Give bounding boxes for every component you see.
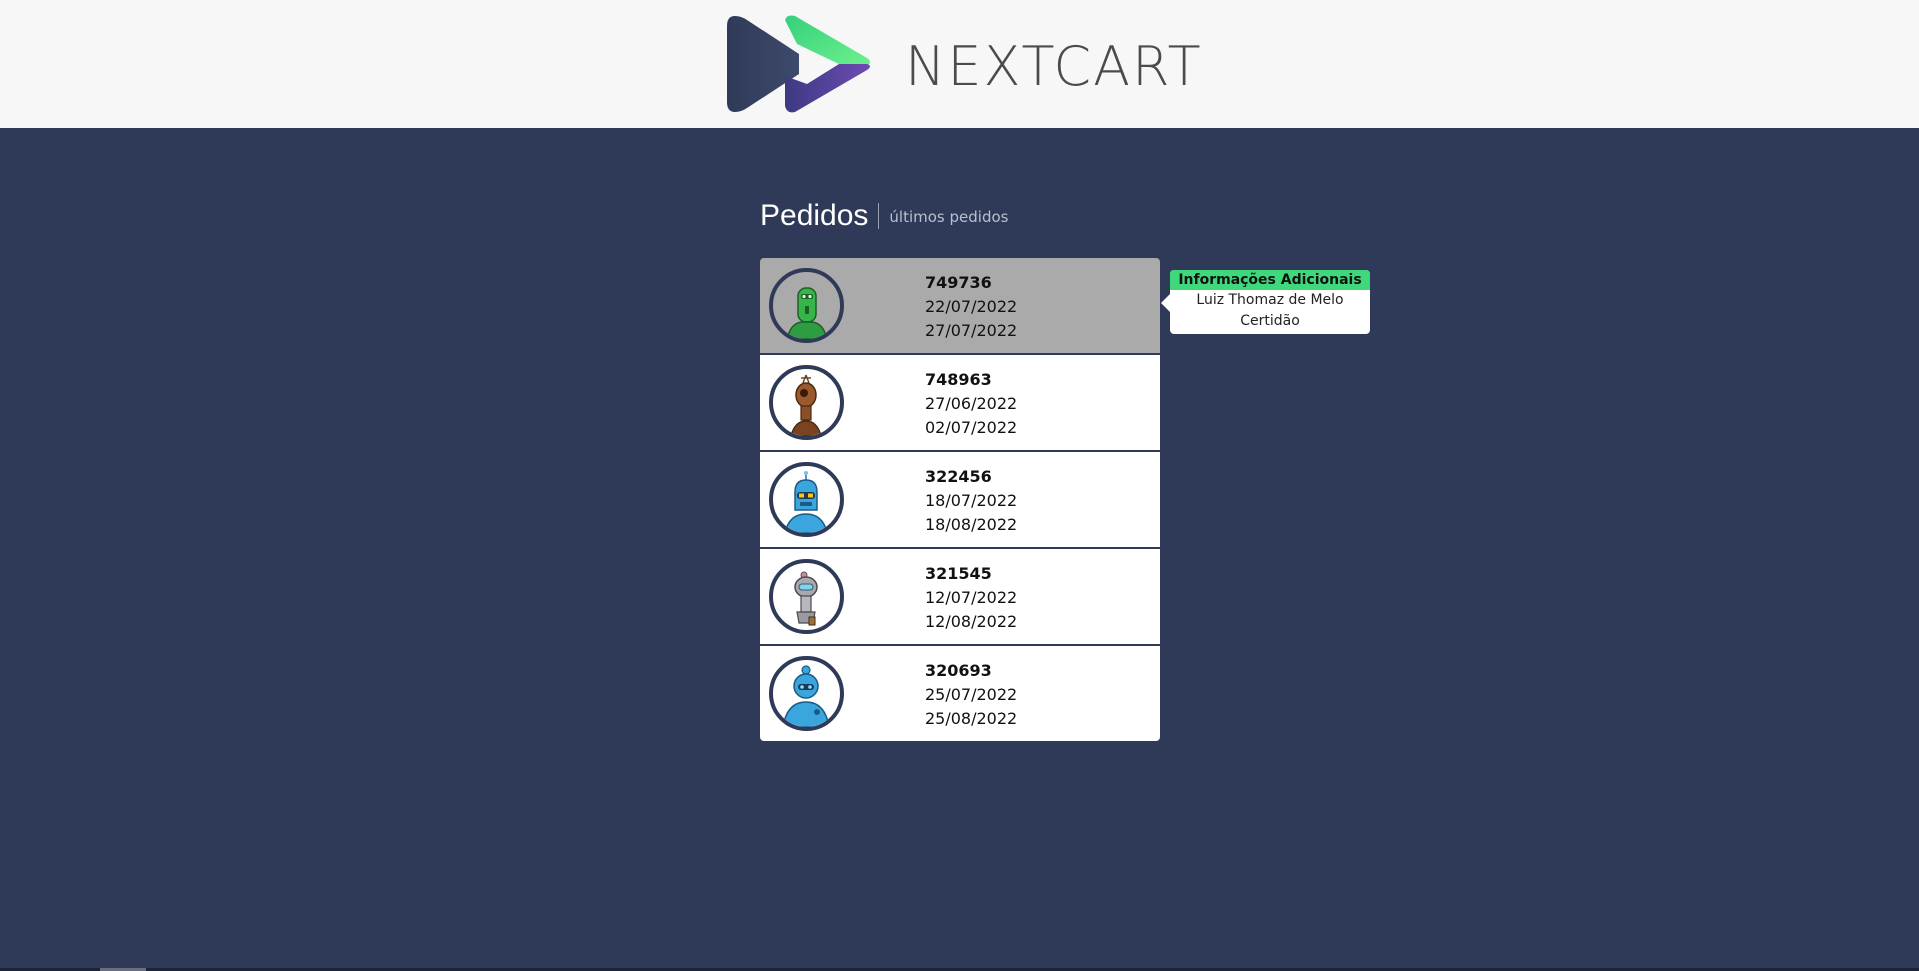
order-date-end: 18/08/2022 bbox=[925, 515, 1018, 534]
order-row[interactable]: 320693 25/07/2022 25/08/2022 bbox=[760, 646, 1160, 741]
order-id: 321545 bbox=[925, 564, 992, 583]
tooltip-document: Certidão bbox=[1240, 313, 1300, 329]
brown-robot-icon bbox=[790, 374, 822, 436]
order-info: 748963 27/06/2022 02/07/2022 bbox=[925, 368, 1017, 440]
title-divider bbox=[878, 203, 880, 229]
order-id: 320693 bbox=[925, 661, 992, 680]
avatar bbox=[769, 462, 844, 537]
green-robot-icon bbox=[786, 287, 828, 339]
order-info: 320693 25/07/2022 25/08/2022 bbox=[925, 659, 1017, 731]
tooltip-title: Informações Adicionais bbox=[1170, 270, 1370, 290]
avatar bbox=[769, 559, 844, 634]
order-list: 749736 22/07/2022 27/07/2022 748963 27/0… bbox=[760, 258, 1160, 741]
avatar bbox=[769, 268, 844, 343]
tooltip-customer-name: Luiz Thomaz de Melo bbox=[1196, 292, 1344, 308]
order-date-end: 27/07/2022 bbox=[925, 321, 1018, 340]
order-date-end: 12/08/2022 bbox=[925, 612, 1018, 631]
order-date-start: 12/07/2022 bbox=[925, 588, 1018, 607]
order-id: 749736 bbox=[925, 273, 992, 292]
section-header: Pedidos últimos pedidos bbox=[760, 196, 1008, 236]
order-row[interactable]: 322456 18/07/2022 18/08/2022 bbox=[760, 452, 1160, 549]
order-date-start: 25/07/2022 bbox=[925, 685, 1018, 704]
page-subtitle: últimos pedidos bbox=[889, 208, 1009, 226]
avatar bbox=[769, 365, 844, 440]
page-title: Pedidos bbox=[760, 199, 869, 232]
nextcart-logo[interactable]: NEXTCART bbox=[727, 14, 1201, 114]
header: NEXTCART bbox=[0, 0, 1919, 128]
order-id: 748963 bbox=[925, 370, 992, 389]
order-row[interactable]: 749736 22/07/2022 27/07/2022 bbox=[760, 258, 1160, 355]
additional-info-tooltip: Informações Adicionais Luiz Thomaz de Me… bbox=[1161, 270, 1370, 334]
avatar bbox=[769, 656, 844, 731]
order-date-end: 02/07/2022 bbox=[925, 418, 1018, 437]
order-info: 321545 12/07/2022 12/08/2022 bbox=[925, 562, 1017, 634]
order-date-start: 27/06/2022 bbox=[925, 394, 1018, 413]
order-info: 322456 18/07/2022 18/08/2022 bbox=[925, 465, 1017, 537]
order-row[interactable]: 321545 12/07/2022 12/08/2022 bbox=[760, 549, 1160, 646]
play-logo-icon bbox=[727, 15, 870, 113]
order-row[interactable]: 748963 27/06/2022 02/07/2022 bbox=[760, 355, 1160, 452]
order-info: 749736 22/07/2022 27/07/2022 bbox=[925, 271, 1017, 343]
order-id: 322456 bbox=[925, 467, 992, 486]
order-date-start: 22/07/2022 bbox=[925, 297, 1018, 316]
brand-name: NEXTCART bbox=[905, 35, 1203, 98]
order-date-end: 25/08/2022 bbox=[925, 709, 1018, 728]
teal-robot-icon bbox=[782, 665, 830, 727]
order-date-start: 18/07/2022 bbox=[925, 491, 1018, 510]
blue-robot-icon bbox=[784, 471, 828, 533]
tooltip-body: Luiz Thomaz de Melo Certidão bbox=[1170, 290, 1370, 334]
grey-robot-icon bbox=[794, 571, 818, 626]
